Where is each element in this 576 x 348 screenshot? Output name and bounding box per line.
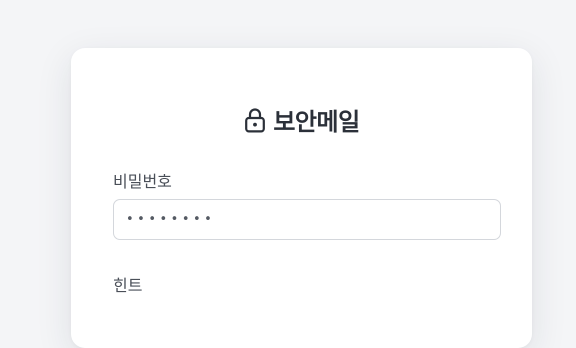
password-label: 비밀번호 [113, 172, 172, 191]
hint-label: 힌트 [113, 276, 143, 295]
password-input[interactable] [113, 199, 501, 240]
secure-mail-card: 보안메일 비밀번호 힌트 [71, 48, 532, 348]
page-title: 보안메일 [273, 108, 360, 136]
lock-icon [243, 107, 267, 133]
card-header: 보안메일 [71, 102, 532, 137]
